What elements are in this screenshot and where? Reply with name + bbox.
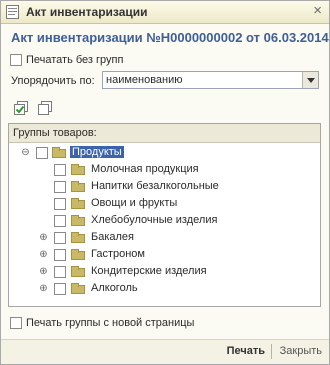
expand-icon[interactable] [39,199,48,208]
tree-checkbox[interactable] [54,181,66,193]
folder-icon [52,147,66,158]
print-without-groups-label: Печатать без групп [26,54,124,67]
folder-icon [71,266,85,277]
close-icon[interactable]: × [313,3,322,19]
check-all-icon[interactable] [13,100,29,116]
product-groups-header: Группы товаров: [9,124,320,143]
tree-item-label[interactable]: Продукты [70,146,124,158]
print-groups-new-page-checkbox[interactable] [10,317,22,330]
tree-checkbox[interactable] [54,249,66,261]
uncheck-all-icon[interactable] [37,100,53,116]
tree-item-label[interactable]: Алкоголь [91,282,138,294]
tree-item-label[interactable]: Молочная продукция [91,163,199,175]
tree-item-label[interactable]: Гастроном [91,248,145,260]
close-button[interactable]: Закрыть [280,345,322,357]
tree-checkbox[interactable] [54,198,66,210]
folder-icon [71,198,85,209]
print-groups-new-page-option[interactable]: Печать группы с новой страницы [10,317,195,330]
tree-checkbox[interactable] [54,164,66,176]
expand-icon[interactable] [39,165,48,174]
folder-icon [71,215,85,226]
tree-checkbox[interactable] [54,266,66,278]
folder-icon [71,164,85,175]
folder-icon [71,181,85,192]
tree-item-label[interactable]: Напитки безалкогольные [91,180,219,192]
tree-checkbox[interactable] [54,215,66,227]
tree-item-label[interactable]: Кондитерские изделия [91,265,207,277]
product-groups-panel: Группы товаров: ⊖ Продукты Молочная прод… [8,123,321,307]
folder-icon [71,232,85,243]
expand-icon[interactable]: ⊕ [39,233,48,243]
folder-icon [71,283,85,294]
tree-item-label[interactable]: Овощи и фрукты [91,197,177,209]
sort-select-value: наименованию [106,74,183,86]
title-bar: Акт инвентаризации × [1,1,329,24]
tree-checkbox[interactable] [54,232,66,244]
tree-item-label[interactable]: Бакалея [91,231,134,243]
dialog-footer: Печать Закрыть [1,339,329,364]
tree-item-label[interactable]: Хлебобулочные изделия [91,214,217,226]
sort-select[interactable]: наименованию [102,71,319,89]
expand-icon[interactable]: ⊕ [39,250,48,260]
window-title: Акт инвентаризации [26,5,148,19]
expand-icon[interactable] [39,216,48,225]
tree-checkbox[interactable] [54,283,66,295]
expand-icon[interactable]: ⊕ [39,284,48,294]
print-without-groups-checkbox[interactable] [10,54,22,67]
expand-icon[interactable]: ⊕ [39,267,48,277]
collapse-icon[interactable]: ⊖ [21,148,30,158]
button-divider [271,344,272,359]
document-header: Акт инвентаризации №Н0000000002 от 06.03… [11,30,329,45]
folder-icon [71,249,85,260]
inventory-dialog: Акт инвентаризации × Акт инвентаризации … [0,0,330,365]
sort-label: Упорядочить по: [11,75,95,87]
print-without-groups-option[interactable]: Печатать без групп [10,54,124,67]
print-groups-new-page-label: Печать группы с новой страницы [26,317,195,330]
chevron-down-icon[interactable] [302,72,318,88]
tree-checkbox[interactable] [36,147,48,159]
expand-icon[interactable] [39,182,48,191]
document-icon [6,5,19,19]
print-button[interactable]: Печать [227,345,265,357]
